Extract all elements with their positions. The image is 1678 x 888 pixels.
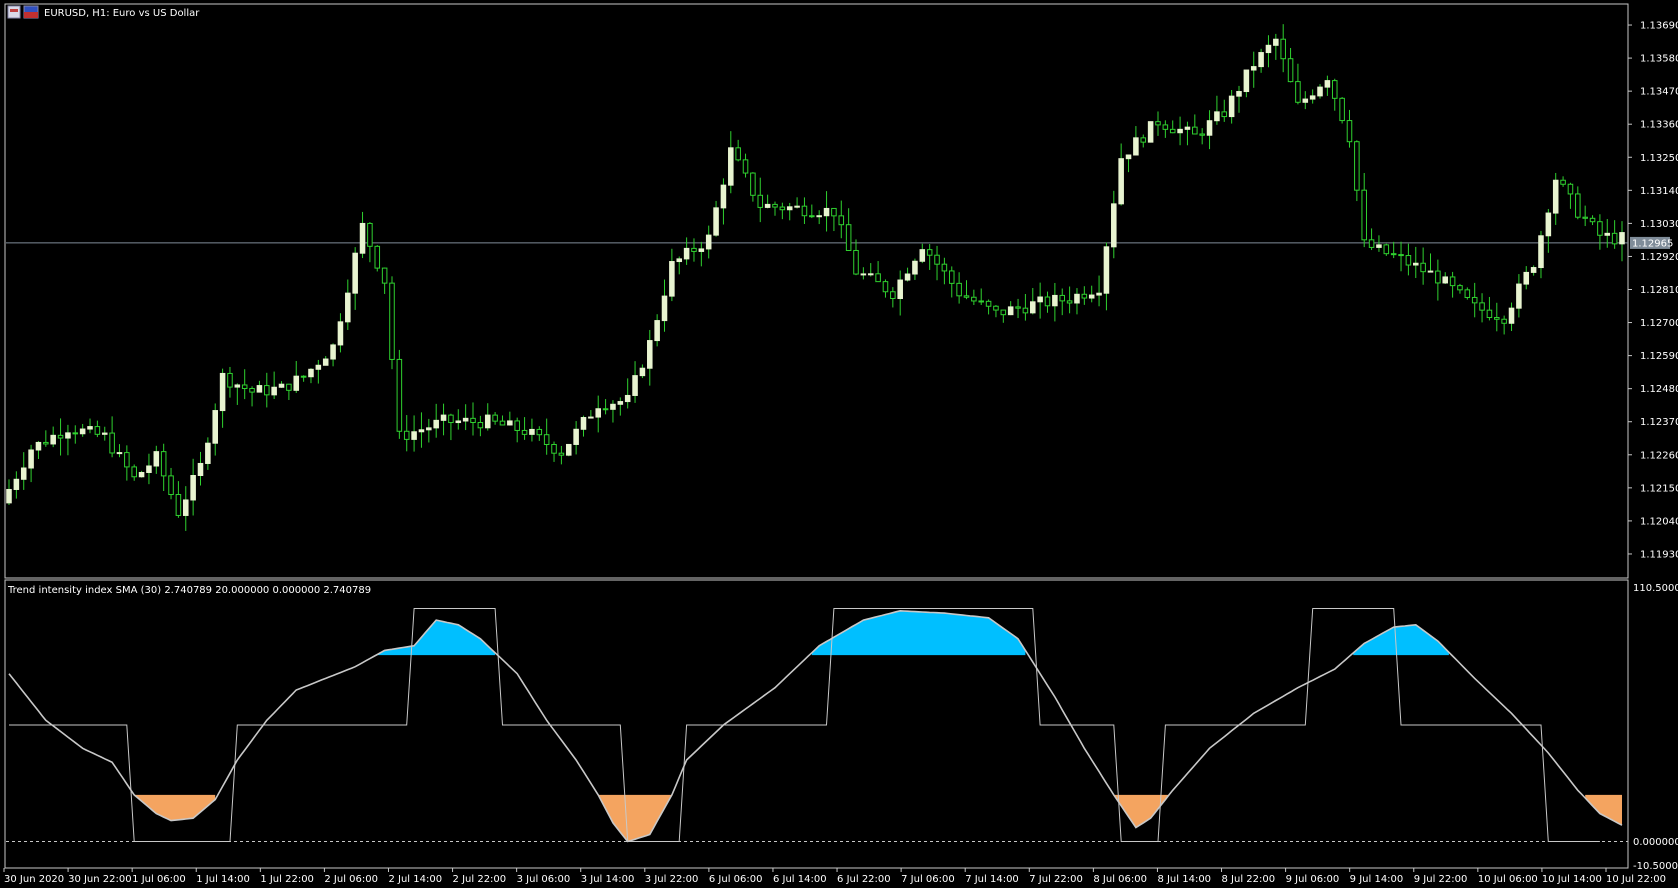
time-axis-label: 9 Jul 22:00 (1414, 874, 1468, 885)
candle (565, 443, 572, 457)
time-axis-label: 10 Jul 06:00 (1478, 874, 1538, 885)
time-axis-label: 9 Jul 06:00 (1286, 874, 1340, 885)
time-axis-label: 9 Jul 14:00 (1350, 874, 1404, 885)
current-price-label: 1.12965 (1632, 238, 1673, 249)
price-axis-label: 1.13030 (1640, 219, 1678, 230)
window-title: EURUSD, H1: Euro vs US Dollar (44, 8, 200, 19)
time-axis-label: 2 Jul 06:00 (324, 874, 378, 885)
price-axis-label: 1.12480 (1640, 384, 1678, 395)
candle (389, 276, 395, 370)
price-axis-label: 1.12260 (1640, 450, 1678, 461)
price-axis-label: 1.12150 (1640, 483, 1678, 494)
current-price-badge: 1.12965 (1630, 236, 1673, 249)
indicator-axis-label: 0.000000 (1633, 837, 1678, 848)
time-axis-label: 6 Jul 06:00 (709, 874, 763, 885)
window-title-bar: EURUSD, H1: Euro vs US Dollar (7, 5, 200, 19)
time-axis-label: 30 Jun 2020 (4, 874, 64, 885)
time-axis-label: 8 Jul 06:00 (1093, 874, 1147, 885)
time-axis-label: 3 Jul 14:00 (581, 874, 635, 885)
chart-window: EURUSD, H1: Euro vs US Dollar 1.13690 1.1… (0, 0, 1678, 888)
price-axis-label: 1.12700 (1640, 318, 1678, 329)
time-axis-label: 30 Jun 22:00 (68, 874, 132, 885)
candle (1147, 121, 1154, 143)
price-axis-label: 1.12810 (1640, 285, 1678, 296)
indicator-axis-label: 110.500000 (1633, 583, 1678, 594)
time-axis-label: 8 Jul 14:00 (1157, 874, 1211, 885)
time-axis-label: 3 Jul 22:00 (645, 874, 699, 885)
candle (1339, 97, 1345, 124)
candle (1383, 243, 1390, 256)
time-axis-label: 2 Jul 22:00 (453, 874, 507, 885)
indicator-title: Trend intensity index SMA (30) 2.740789 … (7, 585, 371, 596)
time-axis-label: 6 Jul 14:00 (773, 874, 827, 885)
indicator-axis-label: -10.500000 (1633, 861, 1678, 872)
time-axis-label: 3 Jul 06:00 (517, 874, 571, 885)
time-axis-label: 1 Jul 22:00 (260, 874, 314, 885)
time-axis-label: 10 Jul 22:00 (1606, 874, 1666, 885)
price-axis-label: 1.12920 (1640, 252, 1678, 263)
flag-icon[interactable] (23, 5, 39, 19)
price-axis-label: 1.13690 (1640, 21, 1678, 32)
price-axis-label: 1.13580 (1640, 54, 1678, 65)
price-axis-label: 1.12590 (1640, 351, 1678, 362)
time-axis-label: 7 Jul 06:00 (901, 874, 955, 885)
price-axis-label: 1.13360 (1640, 120, 1678, 131)
time-axis-label: 10 Jul 14:00 (1542, 874, 1602, 885)
chart-window-icon[interactable] (7, 5, 21, 19)
candle (396, 349, 403, 439)
time-axis-label: 8 Jul 22:00 (1222, 874, 1276, 885)
price-axis-label: 1.13250 (1640, 153, 1678, 164)
time-axis-label: 7 Jul 14:00 (965, 874, 1019, 885)
price-axis-label: 1.13470 (1640, 87, 1678, 98)
time-axis-label: 6 Jul 22:00 (837, 874, 891, 885)
price-axis-label: 1.11930 (1640, 549, 1678, 560)
time-axis-label: 1 Jul 14:00 (196, 874, 250, 885)
price-axis-label: 1.12040 (1640, 516, 1678, 527)
price-axis-label: 1.12370 (1640, 417, 1678, 428)
candle (374, 245, 381, 272)
price-axis-label: 1.13140 (1640, 186, 1678, 197)
time-axis-label: 2 Jul 14:00 (388, 874, 442, 885)
time-axis-label: 1 Jul 06:00 (132, 874, 186, 885)
time-axis-label: 7 Jul 22:00 (1029, 874, 1083, 885)
